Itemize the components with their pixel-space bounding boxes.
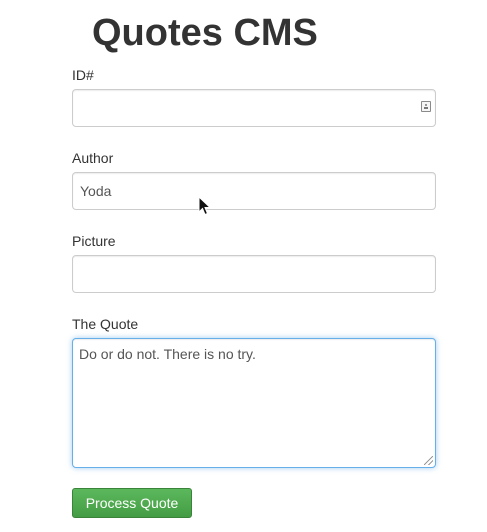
id-label: ID# bbox=[72, 67, 94, 83]
page-title: Quotes CMS bbox=[92, 12, 318, 54]
author-label: Author bbox=[72, 150, 114, 166]
process-quote-button[interactable]: Process Quote bbox=[72, 488, 192, 518]
picture-label: Picture bbox=[72, 233, 116, 249]
quote-label: The Quote bbox=[72, 316, 139, 332]
author-input[interactable] bbox=[72, 172, 436, 210]
contact-card-icon[interactable] bbox=[421, 101, 431, 112]
quote-textarea[interactable]: Do or do not. There is no try. bbox=[72, 338, 436, 468]
picture-input[interactable] bbox=[72, 255, 436, 293]
mouse-cursor-icon bbox=[198, 196, 212, 216]
id-input[interactable] bbox=[72, 89, 436, 127]
resize-grip-icon[interactable] bbox=[424, 456, 433, 465]
